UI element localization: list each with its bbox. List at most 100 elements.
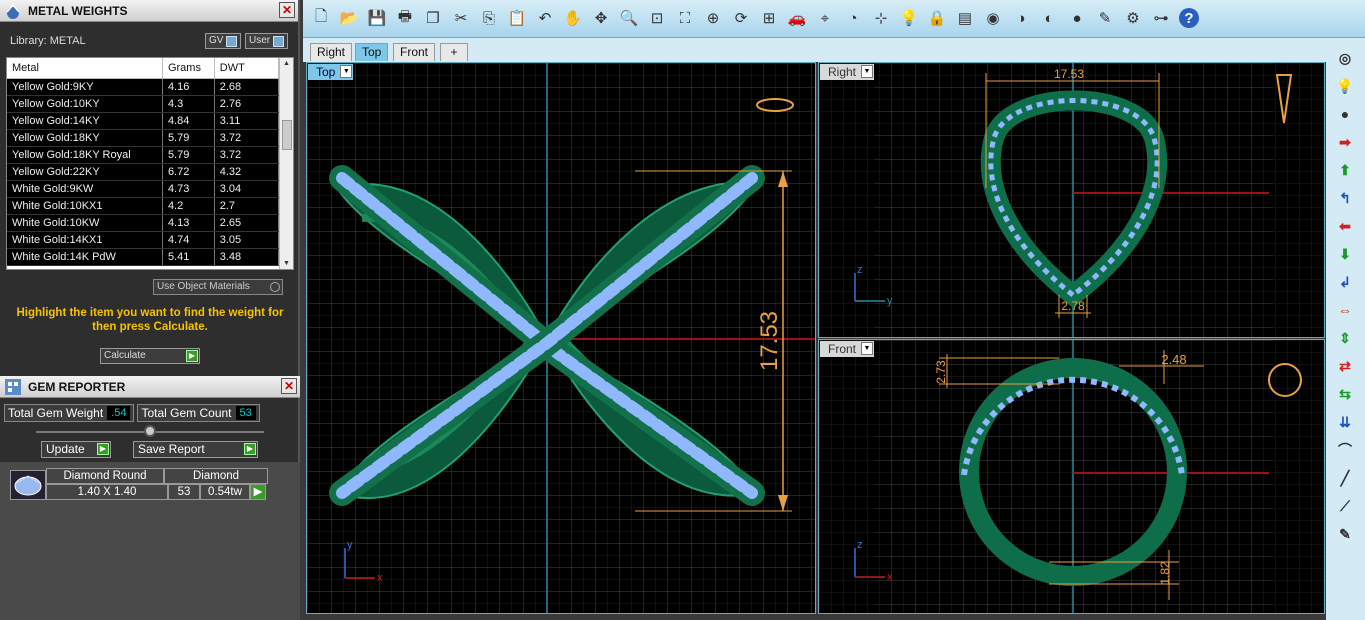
table-row[interactable]: Yellow Gold:10KY 4.3 2.76: [7, 95, 280, 113]
help-icon[interactable]: ?: [1179, 8, 1199, 28]
curve-icon[interactable]: ⌒: [1335, 440, 1355, 460]
tab-top[interactable]: Top: [355, 43, 389, 61]
viewport-right[interactable]: 17.53 2.78 z y Right ▼: [818, 62, 1325, 338]
column-header-grams[interactable]: Grams: [162, 58, 215, 79]
viewport-top-label[interactable]: Top ▼: [308, 64, 354, 80]
grid-snap-icon[interactable]: ⌖: [815, 8, 835, 28]
zoom-selected-icon[interactable]: ⊕: [703, 8, 723, 28]
camera-icon[interactable]: ◎: [1335, 48, 1355, 68]
tab-right[interactable]: Right: [310, 43, 353, 61]
calculate-button[interactable]: Calculate ▶: [100, 348, 200, 364]
metal-table-scrollbar[interactable]: ▲ ▼: [279, 58, 293, 269]
sphere-icon[interactable]: ●: [1067, 8, 1087, 28]
metal-table[interactable]: Metal Grams DWT Yellow Gold:9KY 4.16 2.68 Y…: [6, 57, 294, 270]
shade-icon[interactable]: ◑: [1011, 8, 1031, 28]
column-header-metal[interactable]: Metal: [7, 58, 163, 79]
table-row[interactable]: White Gold:9KW 4.73 3.04: [7, 180, 280, 198]
scroll-up-icon[interactable]: ▲: [283, 60, 290, 67]
tree-icon[interactable]: ⊶: [1151, 8, 1171, 28]
table-row[interactable]: White Gold:14K PdW 5.41 3.48: [7, 248, 280, 266]
gv-toggle[interactable]: GV: [205, 33, 242, 49]
radio-icon: [270, 282, 280, 292]
pencil-icon[interactable]: ✎: [1095, 8, 1115, 28]
close-icon[interactable]: ✕: [279, 2, 295, 18]
metal-cell: Yellow Gold:18KY Royal: [7, 146, 163, 164]
column-header-dwt[interactable]: DWT: [214, 58, 280, 79]
grams-cell: 4.74: [162, 231, 215, 249]
viewport-front[interactable]: 2.73 2.48 1.82 z x Front ▼: [818, 339, 1325, 614]
zoom-icon[interactable]: 🔍: [619, 8, 639, 28]
play-icon: ▶: [97, 443, 109, 455]
table-row[interactable]: Yellow Gold:9KY 4.16 2.68: [7, 78, 280, 96]
color-wheel-icon[interactable]: ◉: [983, 8, 1003, 28]
arrow-leftright-icon[interactable]: ⇔: [1335, 300, 1355, 320]
light-icon[interactable]: 💡: [899, 8, 919, 28]
table-row[interactable]: White Gold:14KX1 4.74 3.05: [7, 231, 280, 249]
line-angle-icon[interactable]: ⟋: [1335, 496, 1355, 516]
arrow-left-icon[interactable]: ⬅: [1335, 216, 1355, 236]
arrow-upleft-icon[interactable]: ↰: [1335, 188, 1355, 208]
pan-hand-icon[interactable]: ✋: [563, 8, 583, 28]
copy-icon[interactable]: ⎘: [479, 8, 499, 28]
update-button[interactable]: Update ▶: [41, 441, 111, 458]
scroll-down-icon[interactable]: ▼: [283, 260, 290, 267]
gear-icon[interactable]: ⚙: [1123, 8, 1143, 28]
add-tab-button[interactable]: +: [440, 43, 468, 61]
user-toggle[interactable]: User: [245, 33, 289, 49]
arrow-downleft-icon[interactable]: ↲: [1335, 272, 1355, 292]
new-icon[interactable]: 🗋: [311, 8, 331, 28]
viewport-top[interactable]: 17.53 y x Top ▼: [306, 62, 816, 614]
gem-play-button[interactable]: ▶: [250, 484, 266, 500]
four-view-icon[interactable]: ⊞: [759, 8, 779, 28]
cut-icon[interactable]: ✂: [451, 8, 471, 28]
table-row[interactable]: Yellow Gold:18KY 5.79 3.72: [7, 129, 280, 147]
total-gem-count-label: Total Gem Count: [141, 406, 232, 420]
osnap-icon[interactable]: ◔: [843, 8, 863, 28]
paste-icon[interactable]: 📋: [507, 8, 527, 28]
arrow-down-icon[interactable]: ⬇: [1335, 244, 1355, 264]
viewport-right-label[interactable]: Right ▼: [820, 64, 875, 80]
sphere-icon[interactable]: ●: [1335, 104, 1355, 124]
calculate-label: Calculate: [104, 350, 146, 361]
dwt-cell: 3.05: [214, 231, 280, 249]
table-row[interactable]: Yellow Gold:22KY 6.72 4.32: [7, 163, 280, 181]
render-icon[interactable]: ◐: [1039, 8, 1059, 28]
table-row[interactable]: Yellow Gold:18KY Royal 5.79 3.72: [7, 146, 280, 164]
rotate-view-icon[interactable]: ⟳: [731, 8, 751, 28]
scroll-thumb[interactable]: [282, 120, 292, 150]
line-icon[interactable]: ╱: [1335, 468, 1355, 488]
zoom-window-icon[interactable]: ⊡: [647, 8, 667, 28]
zoom-extents-icon[interactable]: ⛶: [675, 8, 695, 28]
car-icon[interactable]: 🚗: [787, 8, 807, 28]
use-object-materials-toggle[interactable]: Use Object Materials: [153, 279, 283, 295]
arrow-split-icon[interactable]: ⇄: [1335, 356, 1355, 376]
table-row[interactable]: White Gold:10KW 4.13 2.65: [7, 214, 280, 232]
table-row[interactable]: White Gold:10KX1 4.2 2.7: [7, 197, 280, 215]
viewport-front-label[interactable]: Front ▼: [820, 341, 875, 357]
table-row[interactable]: Yellow Gold:14KY 4.84 3.11: [7, 112, 280, 130]
print-icon[interactable]: 🖶: [395, 8, 415, 28]
move-icon[interactable]: ✥: [591, 8, 611, 28]
arrow-converge-icon[interactable]: ⇊: [1335, 412, 1355, 432]
layer-icon[interactable]: ▤: [955, 8, 975, 28]
open-icon[interactable]: 📂: [339, 8, 359, 28]
arrow-merge-icon[interactable]: ⇆: [1335, 384, 1355, 404]
tab-front[interactable]: Front: [393, 43, 436, 61]
grams-cell: 5.79: [162, 146, 215, 164]
lightbulb-icon[interactable]: 💡: [1335, 76, 1355, 96]
save-report-button[interactable]: Save Report ▶: [133, 441, 258, 458]
undo-icon[interactable]: ↶: [535, 8, 555, 28]
save-icon[interactable]: 💾: [367, 8, 387, 28]
object-snap-icon[interactable]: ⊹: [871, 8, 891, 28]
close-icon[interactable]: ✕: [281, 378, 297, 394]
brush-icon[interactable]: ✎: [1335, 524, 1355, 544]
chevron-down-icon[interactable]: ▼: [861, 65, 874, 78]
chevron-down-icon[interactable]: ▼: [861, 342, 874, 355]
copy-doc-icon[interactable]: ❐: [423, 8, 443, 28]
arrow-updown-icon[interactable]: ⇕: [1335, 328, 1355, 348]
gem-slider-knob[interactable]: [144, 425, 156, 437]
lock-icon[interactable]: 🔒: [927, 8, 947, 28]
arrow-up-icon[interactable]: ⬆: [1335, 160, 1355, 180]
arrow-right-icon[interactable]: ➡: [1335, 132, 1355, 152]
chevron-down-icon[interactable]: ▼: [340, 65, 353, 78]
